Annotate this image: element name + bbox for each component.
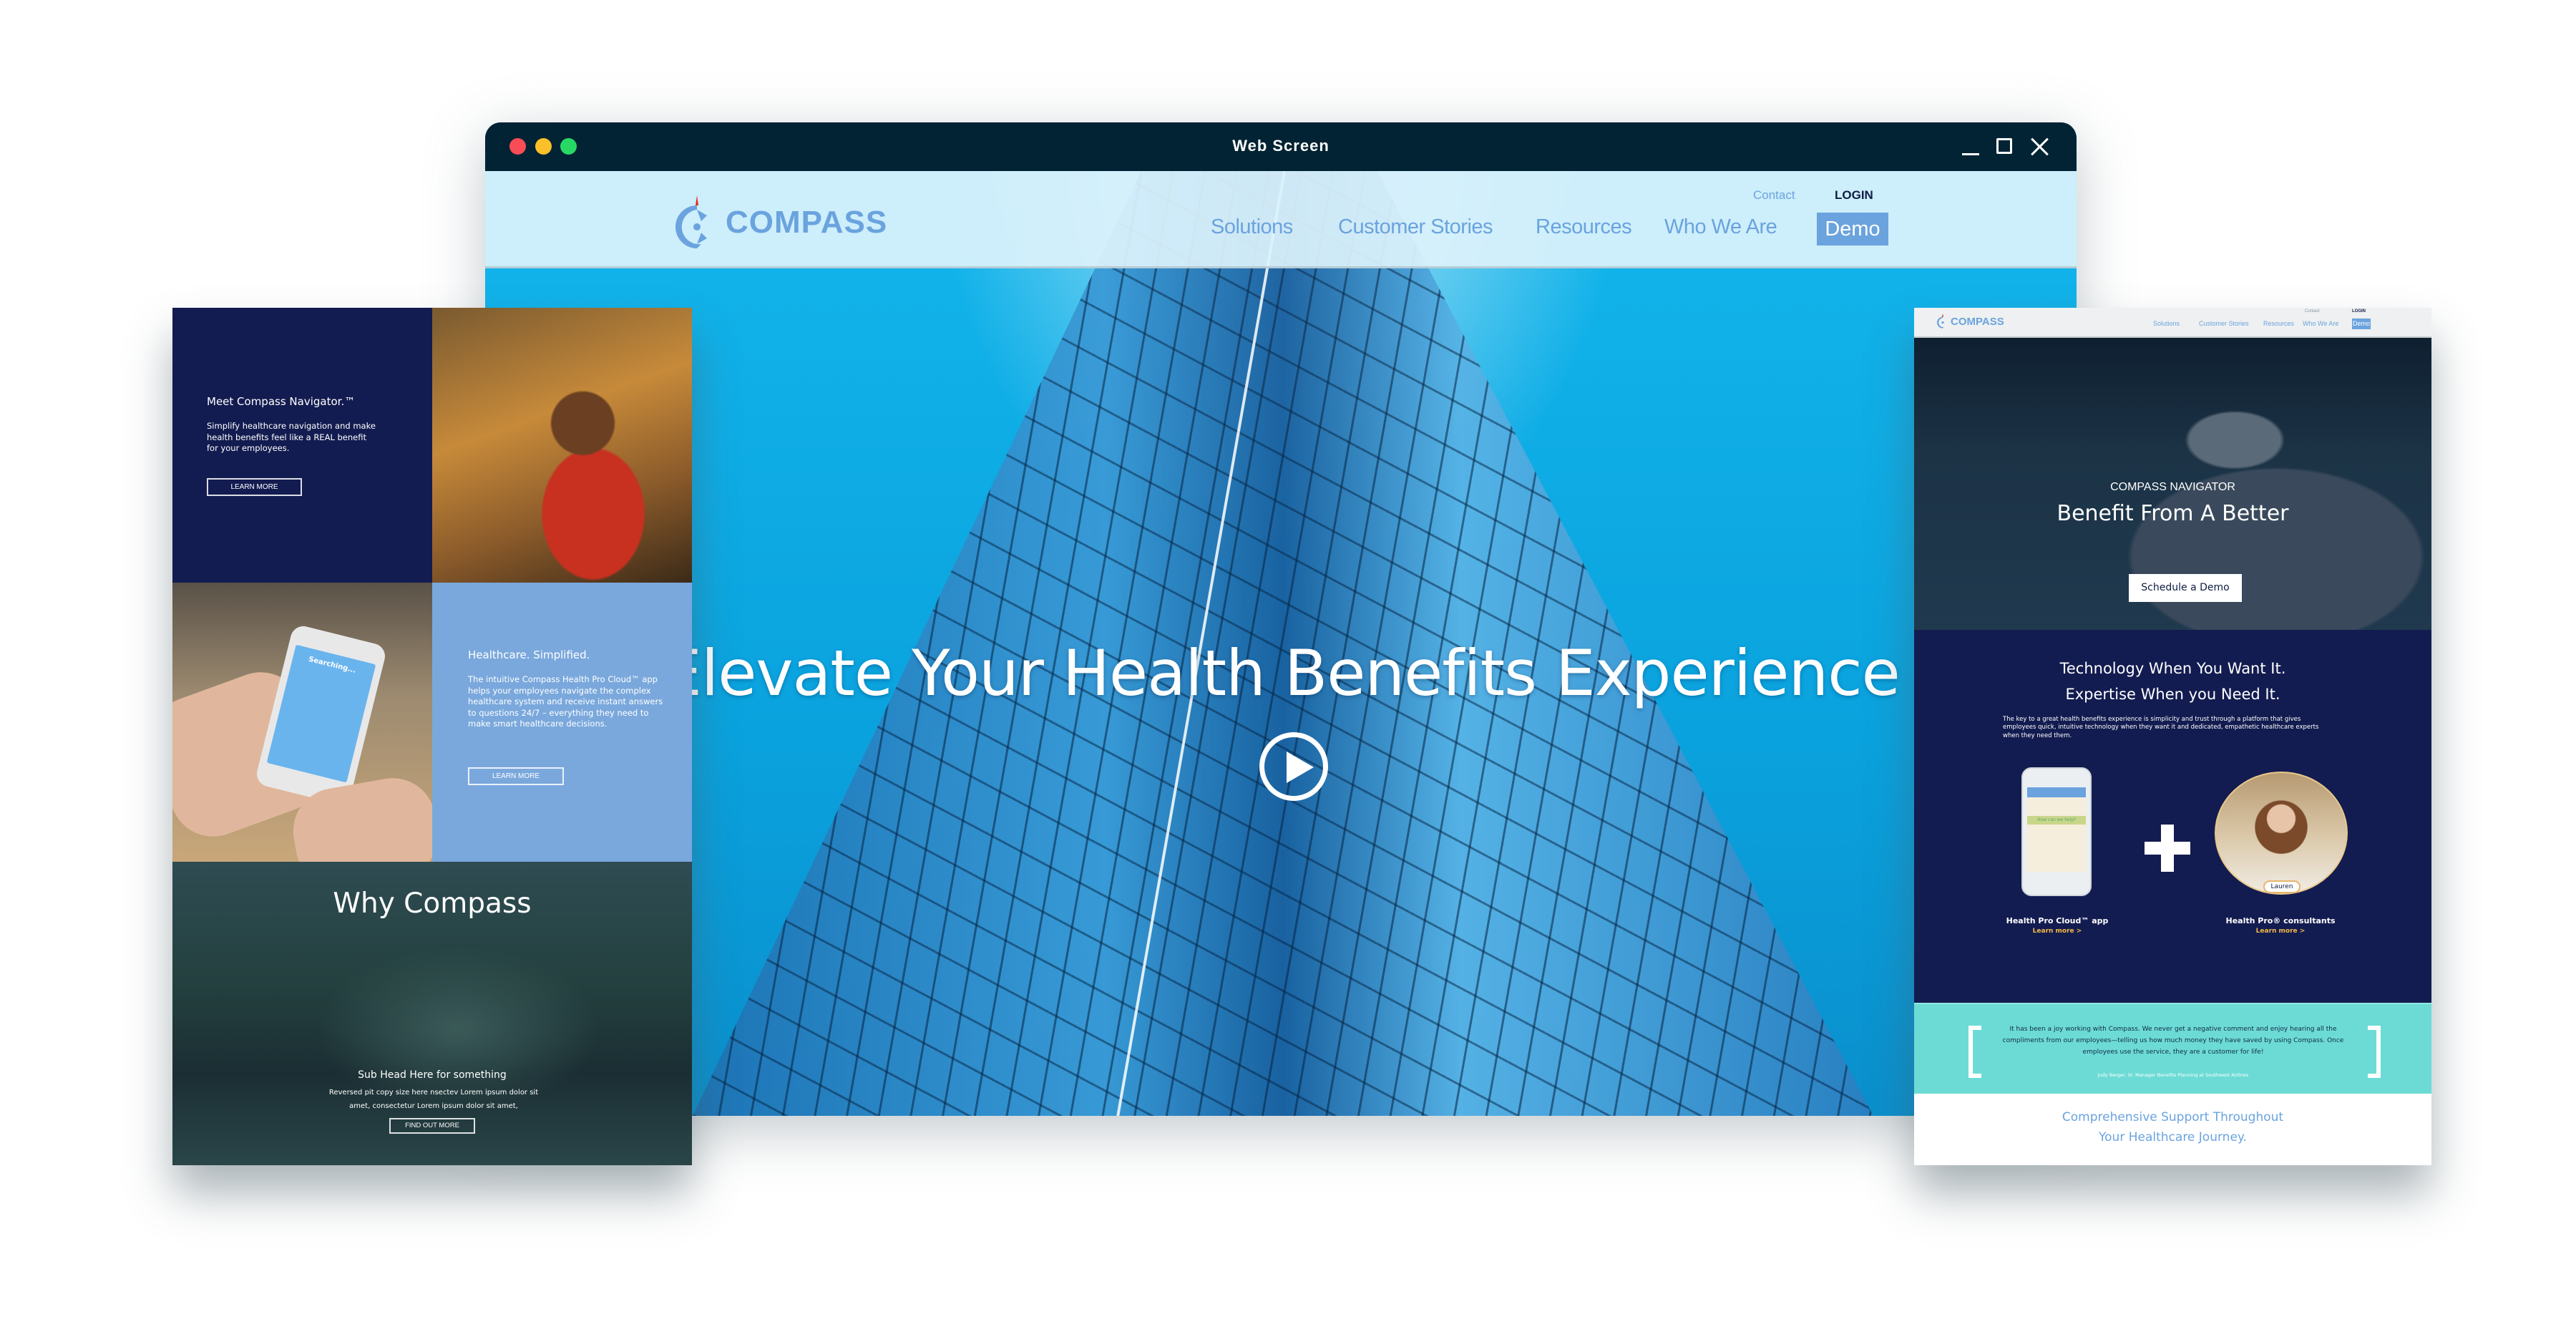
feature-caption-app: Health Pro Cloud™ app (2006, 916, 2109, 925)
phone-device: Searching... (254, 623, 388, 807)
phone-screen: Searching... (266, 644, 376, 783)
support-heading: Comprehensive Support Throughout Your He… (1914, 1107, 2431, 1147)
compass-logo[interactable]: COMPASS (675, 194, 887, 251)
schedule-demo-button[interactable]: Schedule a Demo (2129, 574, 2242, 602)
nav-customer-stories[interactable]: Customer Stories (1338, 215, 1493, 239)
consultant-name-tag: Lauren (2263, 880, 2301, 893)
rp-login-link[interactable]: LOGIN (2352, 309, 2366, 313)
hero-section: Elevate Your Health Benefits Experience (485, 171, 2077, 1116)
feature-caption-consultants: Health Pro® consultants (2225, 916, 2336, 925)
man-in-bed-photo: Why Compass Sub Head Here for something … (172, 862, 692, 1165)
demo-button[interactable]: Demo (1817, 213, 1888, 246)
rp-logo-text: COMPASS (1951, 315, 2004, 328)
rp-phone-app-header (2027, 787, 2086, 797)
play-video-icon[interactable] (1259, 732, 1328, 801)
testimonial-section: It has been a joy working with Compass. … (1914, 1003, 2431, 1094)
why-compass-heading: Why Compass (333, 888, 532, 920)
find-out-more-button[interactable]: FIND OUT MORE (389, 1118, 475, 1134)
hero-title: Elevate Your Health Benefits Experience (662, 636, 1901, 710)
healthcare-heading: Healthcare. Simplified. (468, 648, 590, 661)
plus-icon-vertical (2161, 825, 2174, 872)
rp-tech-body: The key to a great health benefits exper… (2003, 716, 2319, 739)
rp-hero-eyebrow: COMPASS NAVIGATOR (2110, 481, 2235, 493)
minimize-icon[interactable] (1962, 138, 1979, 155)
support-heading-line-1: Comprehensive Support Throughout (2062, 1110, 2284, 1124)
compass-logo-icon (675, 195, 707, 248)
healthcare-body: The intuitive Compass Health Pro Cloud™ … (468, 674, 663, 729)
left-mockup-panel: Meet Compass Navigator.™ Simplify health… (172, 308, 692, 1165)
rp-hero-man-with-coffee: COMPASS NAVIGATOR Benefit From A Better … (1914, 338, 2431, 630)
rp-compass-logo[interactable]: COMPASS (1937, 312, 2004, 331)
site-header: COMPASS Contact LOGIN Solutions Customer… (485, 171, 2077, 268)
testimonial-citation: Judy Berger, Sr. Manager Benefits Planni… (2097, 1072, 2249, 1078)
rp-compass-logo-icon (1937, 313, 1944, 329)
woman-with-phone-photo (432, 308, 692, 583)
login-link[interactable]: LOGIN (1835, 188, 1873, 203)
rp-site-header: COMPASS Contact LOGIN Solutions Customer… (1914, 308, 2431, 338)
consultant-photo (2215, 772, 2348, 895)
feature-learn-more-consultants[interactable]: Learn more > (2202, 928, 2359, 935)
rp-demo-button[interactable]: Demo (2352, 319, 2371, 329)
navigator-body: Simplify healthcare navigation and make … (207, 421, 376, 454)
rp-nav-solutions[interactable]: Solutions (2153, 320, 2180, 327)
nav-solutions[interactable]: Solutions (1211, 215, 1293, 239)
health-pro-cloud-phone: How can we help? (2021, 767, 2092, 896)
feature-learn-more-app[interactable]: Learn more > (1979, 928, 2136, 935)
phone-search-text: Searching... (308, 655, 357, 675)
left-bracket-icon (1968, 1026, 1981, 1078)
rp-tech-heading-2: Expertise When you Need It. (2065, 686, 2280, 703)
rp-nav-who-we-are[interactable]: Who We Are (2303, 320, 2338, 327)
close-icon[interactable] (2031, 138, 2048, 155)
support-heading-line-2: Your Healthcare Journey. (2099, 1130, 2247, 1145)
nav-who-we-are[interactable]: Who We Are (1664, 215, 1777, 239)
logo-text: COMPASS (726, 205, 888, 240)
rp-nav-resources[interactable]: Resources (2263, 320, 2294, 327)
rp-hero-title: Benefit From A Better (2057, 501, 2289, 526)
navigator-learn-more-button[interactable]: LEARN MORE (207, 478, 302, 496)
rp-nav-customer-stories[interactable]: Customer Stories (2199, 320, 2249, 327)
window-titlebar: Web Screen (485, 122, 2077, 171)
right-mockup-panel: COMPASS Contact LOGIN Solutions Customer… (1914, 308, 2431, 1165)
right-bracket-icon (2368, 1026, 2381, 1078)
navigator-heading: Meet Compass Navigator.™ (207, 395, 356, 408)
rp-phone-screen: How can we help? (2027, 787, 2086, 872)
healthcare-simplified-block: Healthcare. Simplified. The intuitive Co… (432, 583, 692, 862)
navigator-block: Meet Compass Navigator.™ Simplify health… (172, 308, 432, 583)
window-title: Web Screen (1232, 137, 1330, 155)
healthcare-learn-more-button[interactable]: LEARN MORE (468, 767, 564, 785)
rp-technology-section: Technology When You Want It. Expertise W… (1914, 630, 2431, 1003)
rp-contact-link[interactable]: Contact (2305, 309, 2320, 313)
rp-tech-heading-1: Technology When You Want It. (2059, 660, 2286, 677)
nav-resources[interactable]: Resources (1536, 215, 1632, 239)
main-browser-window: Elevate Your Health Benefits Experience … (485, 122, 2077, 1116)
rp-phone-prompt: How can we help? (2027, 816, 2086, 825)
testimonial-quote: It has been a joy working with Compass. … (2002, 1026, 2344, 1056)
contact-link[interactable]: Contact (1753, 188, 1795, 203)
why-compass-subhead: Sub Head Here for something (358, 1069, 507, 1081)
hands-holding-phone-photo: Searching... (172, 583, 432, 862)
maximize-icon[interactable] (1996, 138, 2012, 154)
why-compass-body: Reversed pit copy size here nsectev Lore… (328, 1089, 539, 1110)
